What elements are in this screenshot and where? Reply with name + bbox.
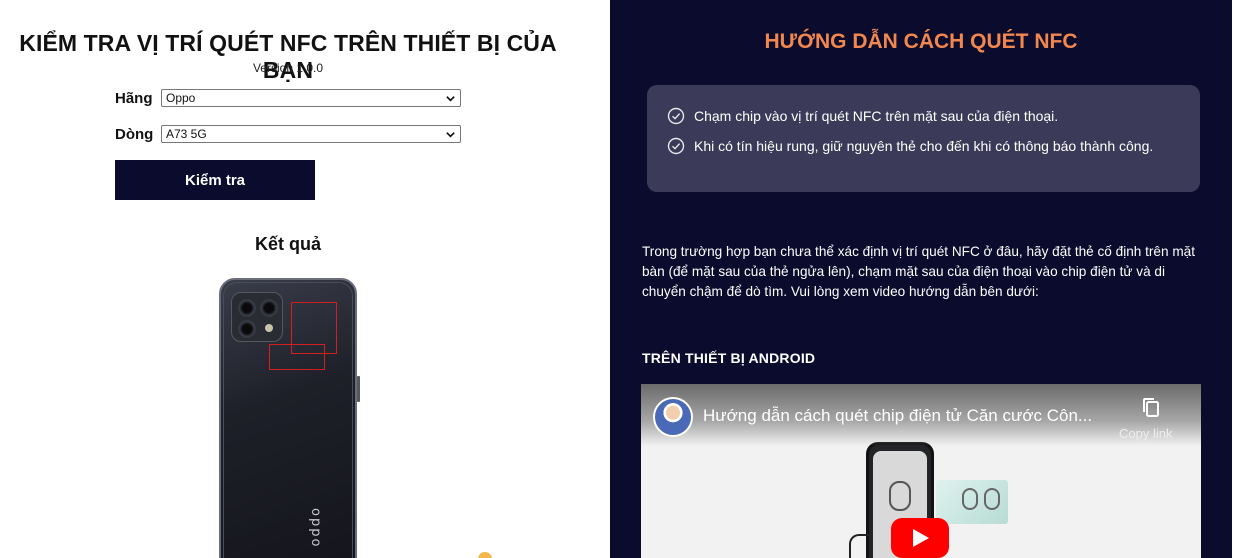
- camera-module: [231, 292, 283, 342]
- nfc-area-marker: [269, 344, 325, 370]
- video-title[interactable]: Hướng dẫn cách quét chip điện tử Căn cướ…: [703, 406, 1113, 426]
- brand-select-value: Oppo: [166, 91, 196, 105]
- model-select-value: A73 5G: [166, 127, 207, 141]
- guide-title: HƯỚNG DẪN CÁCH QUÉT NFC: [764, 30, 1078, 53]
- model-label: Dòng: [115, 125, 154, 143]
- camera-lens: [238, 320, 256, 338]
- camera-lens: [260, 299, 278, 317]
- check-circle-icon: [667, 137, 685, 155]
- step-text: Khi có tín hiệu rung, giữ nguyên thẻ cho…: [694, 138, 1154, 154]
- brand-select[interactable]: Oppo: [161, 89, 461, 107]
- brand-label: Hãng: [115, 89, 153, 107]
- nfc-guide-panel: HƯỚNG DẪN CÁCH QUÉT NFC Chạm chip vào vị…: [610, 0, 1242, 558]
- nfc-checker-panel: KIỂM TRA VỊ TRÍ QUÉT NFC TRÊN THIẾT BỊ C…: [0, 0, 610, 558]
- video-player[interactable]: Hướng dẫn cách quét chip điện tử Căn cướ…: [641, 384, 1201, 558]
- check-button[interactable]: Kiểm tra: [115, 160, 315, 200]
- instruction-paragraph: Trong trường hợp bạn chưa thể xác định v…: [642, 244, 1195, 299]
- brand-row: Hãng Oppo: [115, 89, 461, 107]
- decorative-dot: [478, 552, 492, 558]
- model-select[interactable]: A73 5G: [161, 125, 461, 143]
- chevron-down-icon: [446, 132, 455, 138]
- step-item: Khi có tín hiệu rung, giữ nguyên thẻ cho…: [667, 136, 1164, 156]
- step-item: Chạm chip vào vị trí quét NFC trên mặt s…: [667, 106, 1164, 126]
- fingerprint-icon: [984, 488, 1000, 510]
- copy-link-label[interactable]: Copy link: [1119, 426, 1172, 441]
- result-title: Kết quả: [254, 234, 321, 254]
- play-button[interactable]: [891, 518, 949, 558]
- fingerprint-icon: [889, 481, 911, 511]
- copy-icon[interactable]: [1139, 396, 1163, 420]
- check-circle-icon: [667, 107, 685, 125]
- video-thumbnail-id-card: [936, 480, 1008, 524]
- phone-side-button: [357, 376, 360, 402]
- phone-brand-logo: oppo: [308, 508, 323, 549]
- model-row: Dòng A73 5G: [115, 125, 461, 143]
- play-icon: [913, 529, 929, 547]
- android-section-heading: TRÊN THIẾT BỊ ANDROID: [642, 350, 816, 366]
- step-text: Chạm chip vào vị trí quét NFC trên mặt s…: [694, 108, 1059, 124]
- scrollbar[interactable]: [1232, 0, 1242, 558]
- video-thumbnail-hand: [849, 534, 869, 558]
- camera-flash: [265, 324, 273, 332]
- fingerprint-icon: [962, 488, 978, 510]
- channel-avatar[interactable]: [653, 397, 693, 437]
- chevron-down-icon: [446, 96, 455, 102]
- camera-lens: [238, 299, 256, 317]
- version-text: Version 1.0.0: [252, 61, 324, 75]
- phone-back-image: oppo: [219, 278, 360, 558]
- page-title: KIỂM TRA VỊ TRÍ QUÉT NFC TRÊN THIẾT BỊ C…: [19, 30, 557, 83]
- steps-card: Chạm chip vào vị trí quét NFC trên mặt s…: [647, 85, 1200, 192]
- page: KIỂM TRA VỊ TRÍ QUÉT NFC TRÊN THIẾT BỊ C…: [0, 0, 1242, 558]
